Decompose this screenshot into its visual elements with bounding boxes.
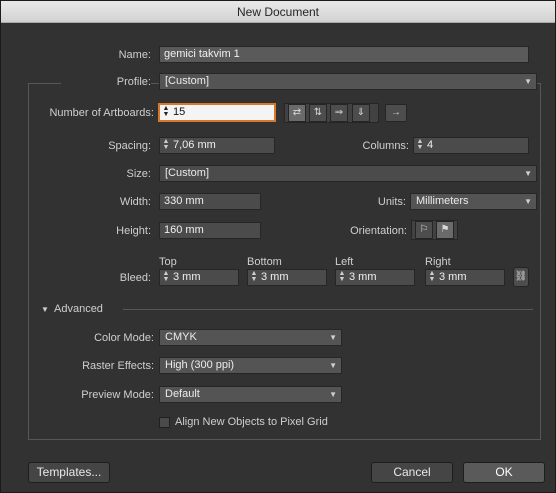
units-label: Units: (377, 196, 406, 208)
bleed-bottom-input[interactable]: ▲ ▼ 3 mm (247, 269, 327, 286)
bleed-right-label: Right (425, 256, 451, 268)
units-dropdown[interactable]: Millimeters ▼ (410, 193, 537, 210)
bleed-bottom-label: Bottom (247, 256, 282, 268)
name-label: Name: (118, 49, 151, 61)
bleed-left-input[interactable]: ▲ ▼ 3 mm (335, 269, 415, 286)
chevron-down-icon: ▼ (329, 333, 337, 342)
size-value: [Custom] (165, 167, 210, 179)
landscape-icon[interactable]: ⚑ (436, 221, 454, 239)
stepper-icon[interactable]: ▲ ▼ (427, 270, 437, 284)
raster-effects-dropdown[interactable]: High (300 ppi) ▼ (159, 357, 342, 374)
spacing-label: Spacing: (108, 140, 151, 152)
width-label: Width: (119, 196, 151, 208)
chevron-down-icon: ▼ (329, 361, 337, 370)
grid-by-row-icon[interactable]: ⇄ (288, 104, 306, 122)
profile-dropdown[interactable]: [Custom] ▼ (159, 73, 537, 90)
arrange-by-row-icon[interactable]: ⇒ (330, 104, 348, 122)
color-mode-value: CMYK (165, 331, 197, 343)
profile-label: Profile: (61, 74, 151, 90)
size-dropdown[interactable]: [Custom] ▼ (159, 165, 537, 182)
link-icon[interactable]: ⛓ (513, 267, 529, 287)
arrange-by-column-icon[interactable]: ⇓ (352, 104, 370, 122)
columns-label: Columns: (362, 140, 409, 152)
ok-button[interactable]: OK (463, 462, 545, 483)
preview-mode-dropdown[interactable]: Default ▼ (159, 386, 342, 403)
height-label: Height: (116, 225, 151, 237)
chevron-down-icon: ▼ (524, 169, 532, 178)
stepper-icon[interactable]: ▲ ▼ (249, 270, 259, 284)
spacing-input[interactable]: ▲ ▼ 7,06 mm (159, 137, 275, 154)
orientation-group: ⚐ ⚑ (411, 220, 458, 240)
stepper-icon[interactable]: ▲ ▼ (337, 270, 347, 284)
raster-effects-label: Raster Effects: (82, 360, 154, 372)
advanced-label[interactable]: Advanced (54, 301, 124, 317)
chevron-down-icon: ▼ (524, 197, 532, 206)
width-input[interactable]: 330 mm (159, 193, 261, 210)
bleed-top-label: Top (159, 256, 177, 268)
bleed-top-input[interactable]: ▲ ▼ 3 mm (159, 269, 239, 286)
bleed-right-input[interactable]: ▲ ▼ 3 mm (425, 269, 505, 286)
raster-effects-value: High (300 ppi) (165, 359, 235, 371)
orientation-label: Orientation: (350, 225, 407, 237)
color-mode-label: Color Mode: (94, 332, 154, 344)
profile-value: [Custom] (165, 75, 210, 87)
color-mode-dropdown[interactable]: CMYK ▼ (159, 329, 342, 346)
name-input[interactable]: gemici takvim 1 (159, 46, 529, 63)
artboards-label: Number of Artboards: (49, 107, 154, 119)
chevron-down-icon: ▼ (329, 390, 337, 399)
disclosure-triangle-icon[interactable]: ▼ (41, 305, 49, 314)
window-title: New Document (1, 1, 555, 23)
stepper-icon[interactable]: ▲ ▼ (161, 105, 171, 119)
artboards-input[interactable]: ▲ ▼ 15 (159, 104, 275, 121)
preview-mode-label: Preview Mode: (81, 389, 154, 401)
templates-button[interactable]: Templates... (28, 462, 110, 483)
stepper-icon[interactable]: ▲ ▼ (415, 138, 425, 152)
bleed-left-label: Left (335, 256, 354, 268)
preview-mode-value: Default (165, 388, 200, 400)
size-label: Size: (126, 168, 151, 180)
align-pixel-grid-label: Align New Objects to Pixel Grid (175, 416, 328, 428)
columns-input[interactable]: ▲ ▼ 4 (413, 137, 529, 154)
stepper-icon[interactable]: ▲ ▼ (161, 138, 171, 152)
cancel-button[interactable]: Cancel (371, 462, 453, 483)
layout-direction-icon[interactable]: → (385, 104, 407, 122)
new-document-dialog: New Document Name: gemici takvim 1 Profi… (0, 0, 556, 493)
portrait-icon[interactable]: ⚐ (415, 221, 433, 239)
units-value: Millimeters (416, 195, 469, 207)
align-pixel-grid-checkbox[interactable] (159, 417, 170, 428)
artboard-layout-group: ⇄ ⇅ ⇒ ⇓ (284, 103, 379, 123)
chevron-down-icon: ▼ (524, 77, 532, 86)
stepper-icon[interactable]: ▲ ▼ (161, 270, 171, 284)
bleed-label: Bleed: (119, 272, 151, 284)
advanced-separator (123, 309, 533, 310)
height-input[interactable]: 160 mm (159, 222, 261, 239)
grid-by-column-icon[interactable]: ⇅ (309, 104, 327, 122)
